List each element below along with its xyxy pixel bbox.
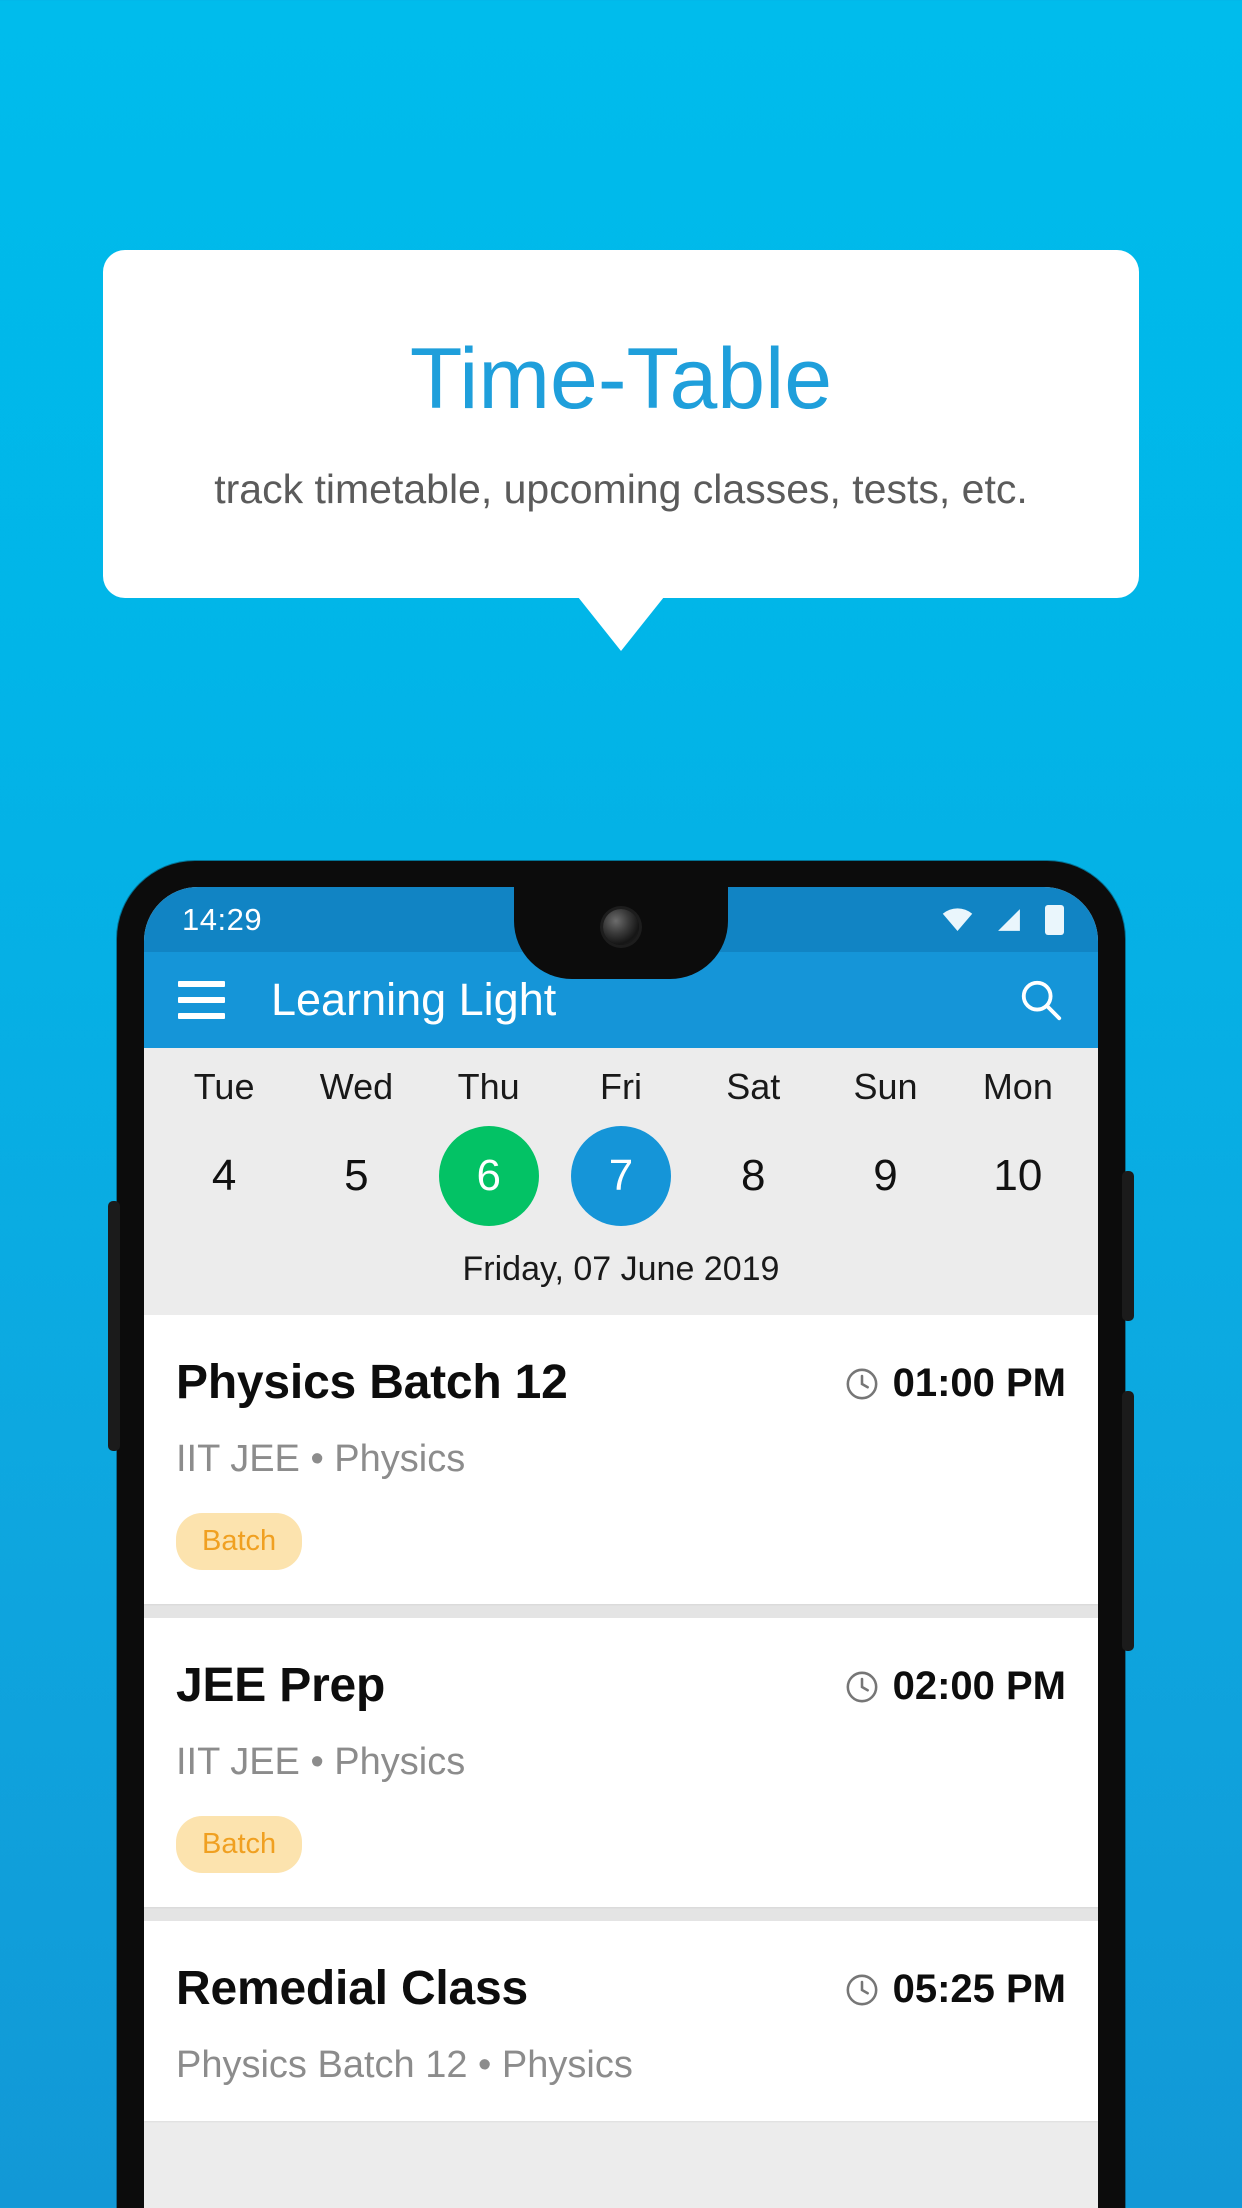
clock-icon (846, 1671, 878, 1702)
day-name: Sun (853, 1066, 918, 1107)
promo-callout-bubble: Time-Table track timetable, upcoming cla… (103, 250, 1139, 598)
date-strip-days: Tue 4 Wed 5 Thu 6 Fri 7 Sat 8 Sun 9 Mon … (144, 1066, 1098, 1226)
date-strip-day-today[interactable]: Thu 6 (423, 1066, 555, 1226)
schedule-card-badge: Batch (176, 1513, 303, 1570)
day-number: 5 (344, 1151, 369, 1200)
schedule-card-badge: Batch (176, 1816, 303, 1873)
status-bar: 14:29 (144, 887, 1098, 979)
day-number: 4 (211, 1151, 237, 1200)
day-number-wrap: 10 (968, 1126, 1068, 1226)
schedule-list: Physics Batch 12 01:00 PM IIT JEE • Phys… (144, 1315, 1098, 2121)
clock-icon (846, 1974, 878, 2005)
schedule-card-time-group: 05:25 PM (845, 1961, 1066, 2012)
day-number: 8 (741, 1151, 766, 1200)
day-name: Mon (982, 1066, 1053, 1107)
schedule-card[interactable]: Remedial Class 05:25 PM Physics Batch 12… (144, 1921, 1098, 2121)
day-name: Sat (726, 1066, 781, 1107)
day-number: 10 (993, 1151, 1043, 1200)
schedule-card-subtitle: IIT JEE • Physics (176, 1438, 466, 1480)
schedule-card-title: Physics Batch 12 (176, 1356, 568, 1409)
day-number: 9 (873, 1151, 898, 1200)
schedule-card-subtitle: IIT JEE • Physics (176, 1741, 466, 1783)
day-number-wrap-selected: 7 (570, 1126, 671, 1226)
front-camera-icon (603, 909, 639, 945)
schedule-card-time-group: 02:00 PM (845, 1658, 1066, 1709)
schedule-card-time: 01:00 PM (892, 1361, 1066, 1405)
promo-title: Time-Table (409, 330, 833, 427)
date-strip-day-selected[interactable]: Fri 7 (555, 1066, 687, 1226)
day-number-wrap: 8 (703, 1126, 803, 1226)
schedule-card-time: 05:25 PM (892, 1967, 1066, 2011)
hamburger-menu-icon[interactable] (178, 981, 225, 1019)
date-strip-day[interactable]: Mon 10 (952, 1066, 1084, 1226)
wifi-icon (942, 907, 973, 931)
clock-icon (846, 1368, 878, 1399)
day-name: Thu (457, 1066, 520, 1107)
day-number-wrap: 9 (836, 1126, 936, 1226)
phone-device-mockup: 14:29 Learning Light Tue 4 Wed 5 Thu 6 F… (108, 861, 1134, 2208)
schedule-card-title: JEE Prep (176, 1659, 386, 1712)
selected-date-label: Friday, 07 June 2019 (462, 1250, 780, 1288)
day-name: Tue (193, 1066, 255, 1107)
day-name: Wed (319, 1066, 394, 1107)
date-strip-day[interactable]: Sun 9 (819, 1066, 951, 1226)
schedule-card[interactable]: Physics Batch 12 01:00 PM IIT JEE • Phys… (144, 1315, 1098, 1604)
signal-icon (998, 908, 1020, 931)
phone-volume-button (1122, 1171, 1134, 1321)
day-number: 7 (608, 1151, 634, 1200)
phone-notch (514, 887, 728, 979)
hamburger-line (178, 981, 225, 987)
status-bar-icons (942, 904, 1064, 935)
schedule-card-time-group: 01:00 PM (845, 1355, 1066, 1406)
status-bar-clock: 14:29 (182, 901, 263, 937)
phone-side-button-left (108, 1201, 120, 1451)
day-number: 6 (476, 1151, 501, 1200)
hamburger-line (178, 1013, 225, 1019)
date-strip-day[interactable]: Tue 4 (158, 1066, 290, 1226)
date-strip: Tue 4 Wed 5 Thu 6 Fri 7 Sat 8 Sun 9 Mon … (144, 1048, 1098, 1315)
phone-screen: 14:29 Learning Light Tue 4 Wed 5 Thu 6 F… (144, 887, 1098, 2208)
date-strip-day[interactable]: Wed 5 (290, 1066, 422, 1226)
day-name: Fri (599, 1066, 642, 1107)
schedule-card-header: Physics Batch 12 01:00 PM (176, 1355, 1066, 1410)
app-title: Learning Light (271, 974, 557, 1025)
schedule-card-subtitle: Physics Batch 12 • Physics (176, 2044, 633, 2086)
schedule-card[interactable]: JEE Prep 02:00 PM IIT JEE • Physics Batc… (144, 1618, 1098, 1907)
day-number-wrap: 5 (306, 1126, 406, 1226)
promo-bubble-tail (578, 597, 664, 651)
day-number-wrap: 4 (174, 1126, 274, 1226)
phone-power-button (1122, 1391, 1134, 1651)
battery-icon (1045, 904, 1064, 935)
schedule-card-time: 02:00 PM (892, 1664, 1066, 1708)
date-strip-day[interactable]: Sat 8 (687, 1066, 819, 1226)
schedule-card-header: JEE Prep 02:00 PM (176, 1658, 1066, 1713)
search-icon[interactable] (1018, 977, 1064, 1023)
hamburger-line (178, 997, 225, 1003)
schedule-card-header: Remedial Class 05:25 PM (176, 1961, 1066, 2016)
promo-subtitle: track timetable, upcoming classes, tests… (214, 465, 1028, 512)
schedule-card-title: Remedial Class (176, 1962, 529, 2015)
day-number-wrap-today: 6 (438, 1126, 539, 1226)
